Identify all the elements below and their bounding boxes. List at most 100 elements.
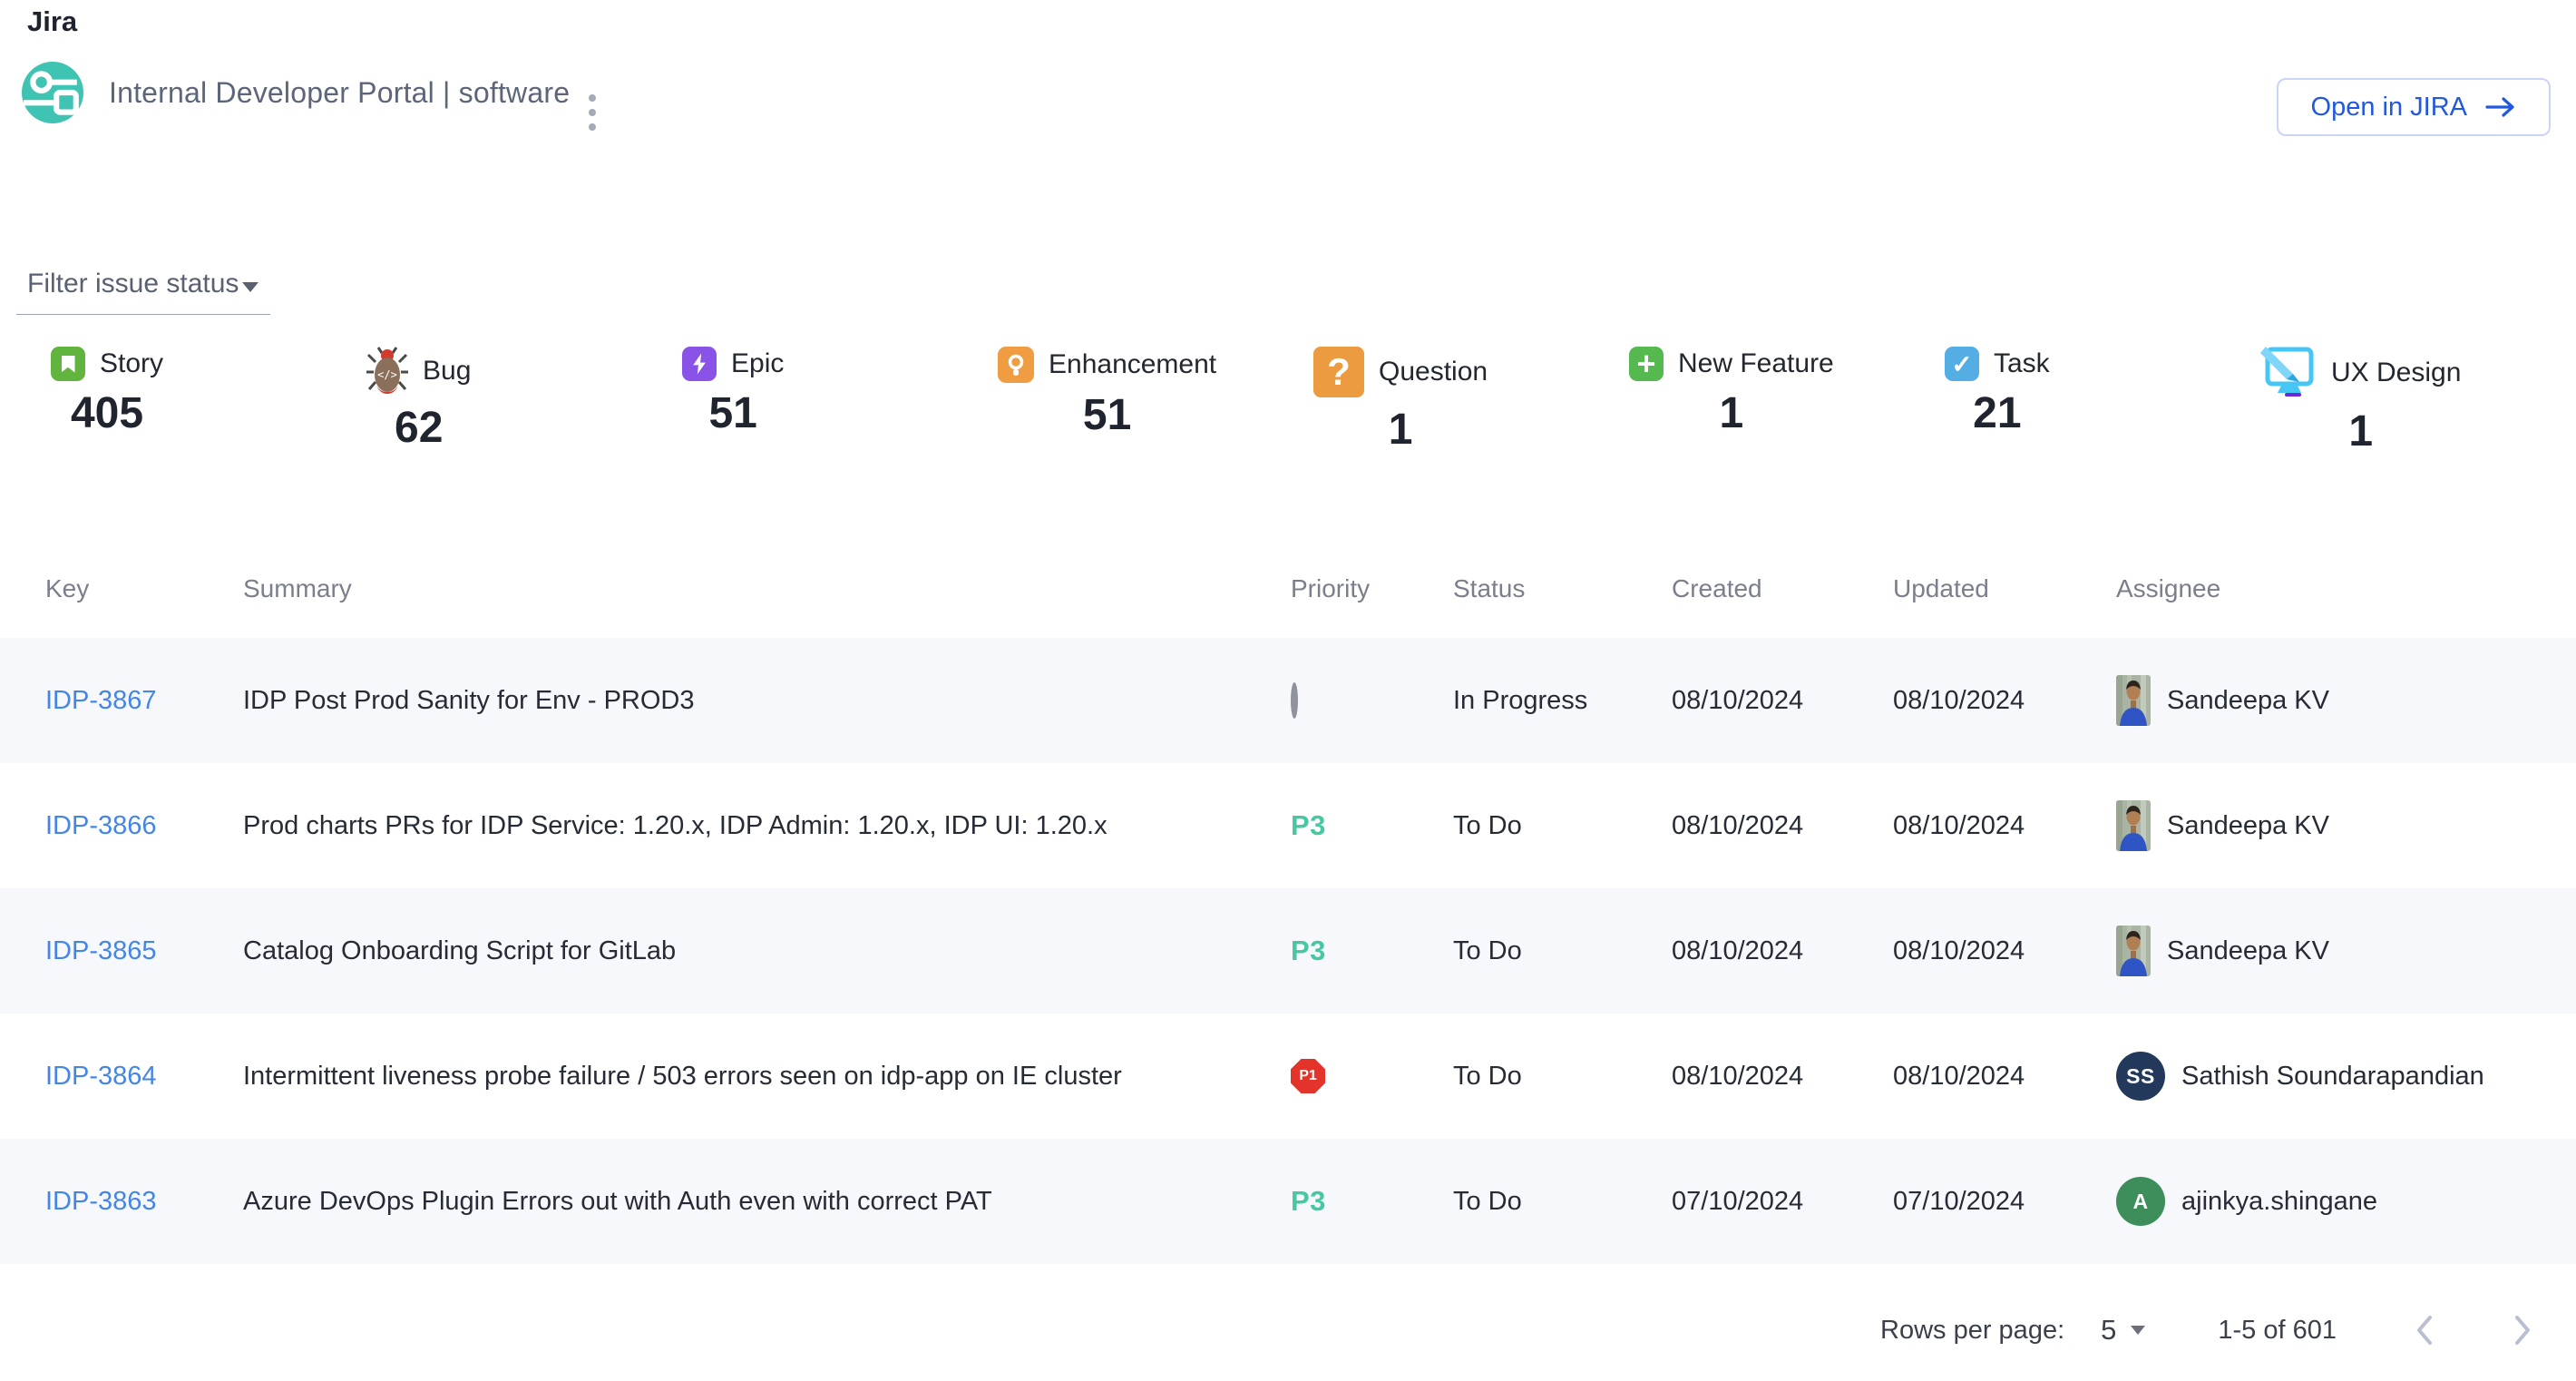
column-header-summary: Summary xyxy=(243,574,1291,603)
kebab-menu-icon[interactable] xyxy=(585,91,600,134)
priority-cell: P3 xyxy=(1291,935,1453,967)
enhancement-icon xyxy=(998,347,1034,383)
status-cell: In Progress xyxy=(1453,686,1672,716)
issue-type-count: 51 xyxy=(708,392,756,436)
created-cell: 07/10/2024 xyxy=(1672,1187,1893,1217)
svg-text:</>: </> xyxy=(377,368,397,381)
assignee-avatar-photo xyxy=(2116,800,2151,851)
issue-key-link[interactable]: IDP-3864 xyxy=(45,1062,157,1091)
issue-type-label: Story xyxy=(100,348,163,379)
issue-type-count: 62 xyxy=(395,406,443,450)
summary-cell: Intermittent liveness probe failure / 50… xyxy=(243,1062,1291,1092)
created-cell: 08/10/2024 xyxy=(1672,936,1893,966)
updated-cell: 08/10/2024 xyxy=(1893,1062,2116,1092)
bug-icon: </> xyxy=(366,347,408,396)
story-icon xyxy=(51,347,85,381)
table-row: IDP-3863 Azure DevOps Plugin Errors out … xyxy=(0,1139,2576,1264)
chevron-down-icon xyxy=(242,282,259,292)
assignee-name: Sathish Soundarapandian xyxy=(2181,1062,2484,1092)
chevron-down-icon xyxy=(2131,1326,2145,1335)
app-header: Internal Developer Portal | software xyxy=(22,62,570,123)
key-cell: IDP-3863 xyxy=(45,1187,243,1217)
table-row: IDP-3864 Intermittent liveness probe fai… xyxy=(0,1014,2576,1139)
previous-page-button[interactable] xyxy=(2415,1315,2435,1346)
issue-key-link[interactable]: IDP-3863 xyxy=(45,1187,157,1216)
created-cell: 08/10/2024 xyxy=(1672,1062,1893,1092)
priority-cell: P3 xyxy=(1291,1185,1453,1218)
open-in-jira-label: Open in JIRA xyxy=(2311,93,2467,122)
issue-type-count: 51 xyxy=(1083,394,1131,437)
column-header-created: Created xyxy=(1672,574,1893,603)
key-cell: IDP-3864 xyxy=(45,1062,243,1092)
assignee-avatar-photo xyxy=(2116,675,2151,726)
next-page-button[interactable] xyxy=(2513,1315,2532,1346)
issue-type-label: Epic xyxy=(731,348,784,379)
assignee-cell: Sandeepa KV xyxy=(2116,800,2576,851)
jira-plugin-page: Jira Internal Developer Portal | softwar… xyxy=(0,0,2576,1381)
column-header-priority: Priority xyxy=(1291,574,1453,603)
column-header-key: Key xyxy=(45,574,243,603)
issue-type-label: Task xyxy=(1994,348,2050,379)
status-cell: To Do xyxy=(1453,811,1672,841)
assignee-name: Sandeepa KV xyxy=(2167,686,2329,716)
issue-type-label: Enhancement xyxy=(1049,349,1216,380)
filter-issue-status-select[interactable]: Filter issue status xyxy=(16,269,270,315)
table-row: IDP-3866 Prod charts PRs for IDP Service… xyxy=(0,763,2576,888)
summary-cell: Catalog Onboarding Script for GitLab xyxy=(243,936,1291,966)
updated-cell: 08/10/2024 xyxy=(1893,686,2116,716)
assignee-avatar-initials: SS xyxy=(2116,1052,2165,1101)
issue-key-link[interactable]: IDP-3867 xyxy=(45,686,157,715)
status-cell: To Do xyxy=(1453,1187,1672,1217)
assignee-cell: Sandeepa KV xyxy=(2116,926,2576,976)
issue-type-stat: </> ? + ✓ Ne xyxy=(1629,347,1834,454)
issue-key-link[interactable]: IDP-3866 xyxy=(45,811,157,840)
issue-type-label: New Feature xyxy=(1678,348,1834,379)
updated-cell: 08/10/2024 xyxy=(1893,936,2116,966)
column-header-updated: Updated xyxy=(1893,574,2116,603)
rows-per-page-select[interactable]: 5 xyxy=(2101,1314,2145,1347)
issue-type-stat: </> ? + ✓ UX xyxy=(2260,347,2461,454)
priority-cell xyxy=(1291,686,1453,716)
issue-type-stats: </> ? + ✓ St xyxy=(0,347,2576,454)
assignee-avatar-initials: A xyxy=(2116,1177,2165,1226)
issue-type-count: 1 xyxy=(1389,408,1413,452)
app-name: Internal Developer Portal | software xyxy=(109,76,570,110)
priority-p1-badge: P1 xyxy=(1291,1059,1325,1093)
issue-type-stat: </> ? + ✓ Qu xyxy=(1313,347,1488,454)
ux-design-icon xyxy=(2260,347,2317,399)
summary-cell: Prod charts PRs for IDP Service: 1.20.x,… xyxy=(243,811,1291,841)
assignee-cell: SS Sathish Soundarapandian xyxy=(2116,1052,2576,1101)
assignee-avatar-photo xyxy=(2116,926,2151,976)
table-body: IDP-3867 IDP Post Prod Sanity for Env - … xyxy=(0,638,2576,1264)
new-feature-icon: + xyxy=(1629,347,1664,381)
question-icon: ? xyxy=(1313,347,1364,397)
issue-type-count: 405 xyxy=(71,392,143,436)
column-header-status: Status xyxy=(1453,574,1672,603)
assignee-name: Sandeepa KV xyxy=(2167,811,2329,841)
priority-p3-badge: P3 xyxy=(1291,935,1326,966)
issue-type-stat: </> ? + ✓ En xyxy=(998,347,1216,454)
issue-key-link[interactable]: IDP-3865 xyxy=(45,936,157,965)
status-cell: To Do xyxy=(1453,1062,1672,1092)
issue-type-count: 1 xyxy=(2348,410,2373,454)
updated-cell: 08/10/2024 xyxy=(1893,811,2116,841)
pagination-range: 1-5 of 601 xyxy=(2218,1316,2337,1346)
priority-cell: P1 xyxy=(1291,1059,1453,1093)
page-title: Jira xyxy=(27,5,77,38)
table-row: IDP-3865 Catalog Onboarding Script for G… xyxy=(0,888,2576,1014)
key-cell: IDP-3866 xyxy=(45,811,243,841)
issue-type-count: 1 xyxy=(1720,392,1744,436)
priority-p3-badge: P3 xyxy=(1291,809,1326,841)
table-header-row: Key Summary Priority Status Created Upda… xyxy=(0,540,2576,638)
assignee-cell: Sandeepa KV xyxy=(2116,675,2576,726)
open-in-jira-button[interactable]: Open in JIRA xyxy=(2277,78,2551,136)
issue-type-stat: </> ? + ✓ Ep xyxy=(682,347,784,454)
pagination: Rows per page: 5 1-5 of 601 xyxy=(1880,1314,2532,1347)
summary-cell: IDP Post Prod Sanity for Env - PROD3 xyxy=(243,686,1291,716)
issue-type-stat: </> ? + ✓ St xyxy=(51,347,163,454)
issue-type-stat: </> ? + ✓ Bu xyxy=(366,347,471,454)
assignee-cell: A ajinkya.shingane xyxy=(2116,1177,2576,1226)
issue-type-label: Bug xyxy=(423,356,471,387)
task-icon: ✓ xyxy=(1945,347,1979,381)
status-cell: To Do xyxy=(1453,936,1672,966)
